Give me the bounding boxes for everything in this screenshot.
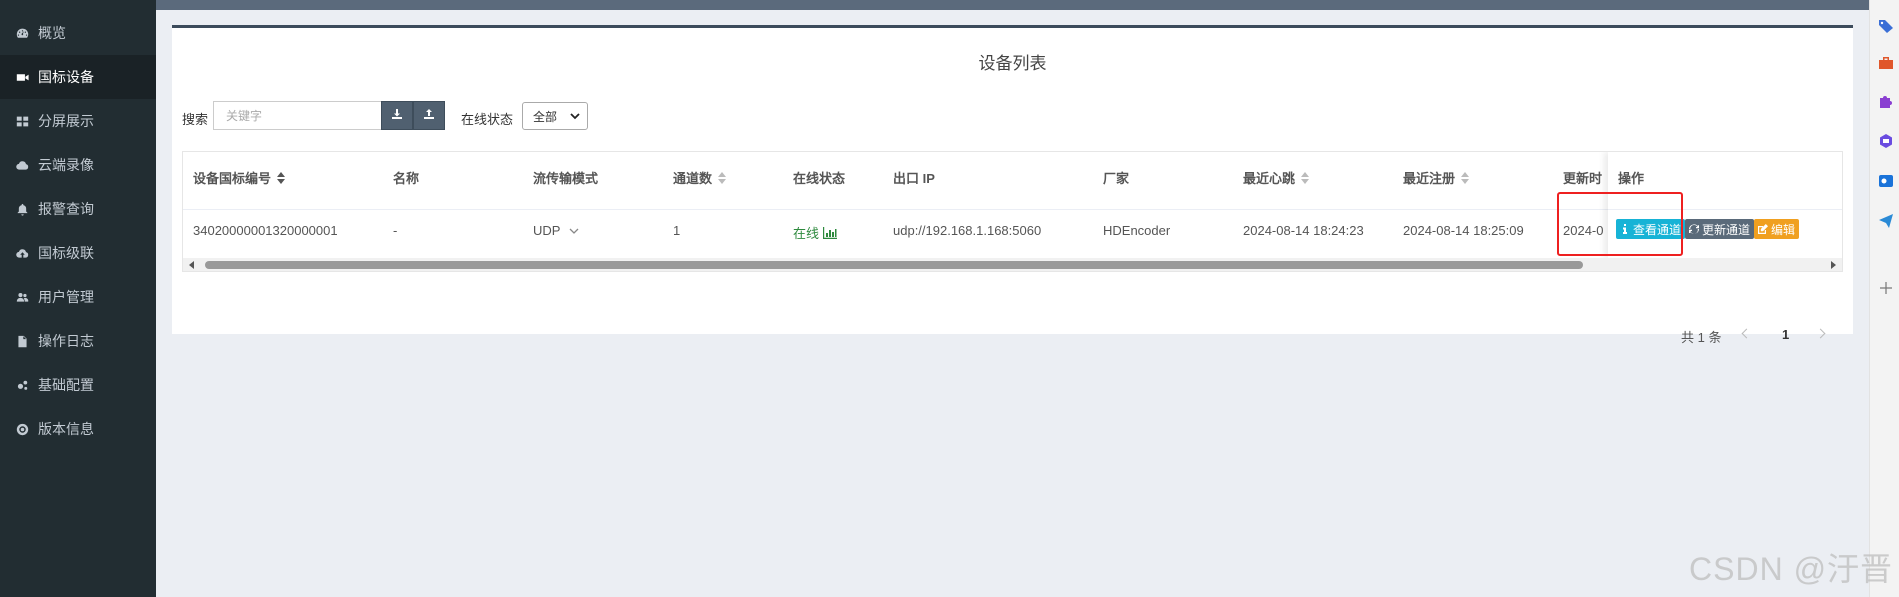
sort-icon[interactable]	[1301, 171, 1310, 184]
top-bar	[156, 0, 1869, 10]
column-header-stream-mode: 流传输模式	[533, 171, 599, 186]
column-header-ip: 出口 IP	[893, 171, 935, 186]
sidebar-item-user-management[interactable]: 用户管理	[0, 275, 156, 319]
upload-button[interactable]	[413, 101, 445, 130]
page-title: 设备列表	[978, 54, 1047, 73]
lifebuoy-icon	[14, 421, 30, 437]
cloud-upload-icon	[14, 245, 30, 261]
online-status-select[interactable]: 全部	[522, 102, 588, 130]
gears-icon	[14, 377, 30, 393]
sidebar-item-label: 操作日志	[38, 333, 94, 349]
sidebar-item-alarm-query[interactable]: 报警查询	[0, 187, 156, 231]
cloud-icon	[14, 157, 30, 173]
cell-last-register: 2024-08-14 18:25:09	[1403, 223, 1524, 238]
watermark: CSDN @汙晋	[1689, 551, 1894, 587]
column-header-name: 名称	[393, 171, 420, 186]
sidebar-item-label: 概览	[38, 25, 66, 41]
sidebar-item-gb-cascade[interactable]: 国标级联	[0, 231, 156, 275]
column-header-device-id[interactable]: 设备国标编号	[193, 168, 286, 187]
scrollbar-thumb[interactable]	[205, 261, 1583, 269]
bell-icon	[14, 201, 30, 217]
sidebar-item-label: 基础配置	[38, 377, 94, 393]
sort-icon[interactable]	[718, 171, 727, 184]
view-channels-button[interactable]: 查看通道	[1616, 219, 1686, 239]
sidebar-item-label: 国标设备	[38, 69, 94, 85]
pagination-page[interactable]: 1	[1782, 327, 1789, 342]
cell-channels: 1	[673, 223, 681, 238]
outlook-icon[interactable]	[1878, 173, 1894, 189]
sidebar-item-label: 报警查询	[38, 201, 94, 217]
sidebar-item-version-info[interactable]: 版本信息	[0, 407, 156, 451]
cell-stream-mode[interactable]: UDP	[533, 223, 580, 238]
column-header-actions: 操作	[1618, 171, 1645, 186]
scroll-left-icon[interactable]	[189, 261, 194, 269]
online-status-selected: 全部	[533, 109, 558, 124]
chevron-down-icon	[570, 113, 580, 120]
sort-icon[interactable]	[277, 171, 286, 184]
column-header-last-register[interactable]: 最近注册	[1403, 168, 1470, 187]
cell-manufacturer: HDEncoder	[1103, 223, 1171, 238]
browser-side-rail	[1869, 0, 1899, 597]
row-divider	[1608, 209, 1842, 210]
column-header-update-time: 更新时	[1563, 171, 1603, 186]
cell-name: -	[393, 223, 398, 238]
sidebar-item-overview[interactable]: 概览	[0, 11, 156, 55]
file-icon	[14, 333, 30, 349]
column-header-channels[interactable]: 通道数	[673, 168, 727, 187]
search-input[interactable]	[213, 101, 381, 130]
column-header-last-keepalive[interactable]: 最近心跳	[1243, 168, 1310, 187]
cell-last-keepalive: 2024-08-14 18:24:23	[1243, 223, 1364, 238]
video-camera-icon	[14, 69, 30, 85]
actions-column: 操作 查看通道 更新通道 编辑	[1608, 152, 1842, 258]
refresh-channels-button[interactable]: 更新通道	[1685, 219, 1755, 239]
sidebar-item-label: 版本信息	[38, 421, 94, 437]
sort-icon[interactable]	[1461, 171, 1470, 184]
online-status-label: 在线状态	[461, 112, 514, 127]
sidebar-item-gb-devices[interactable]: 国标设备	[0, 55, 156, 99]
sidebar-item-label: 云端录像	[38, 157, 94, 173]
prev-page-icon[interactable]	[1741, 328, 1752, 339]
sidebar-item-split-screen[interactable]: 分屏展示	[0, 99, 156, 143]
horizontal-scrollbar[interactable]	[183, 258, 1842, 271]
plus-icon[interactable]	[1878, 280, 1894, 296]
next-page-icon[interactable]	[1815, 328, 1826, 339]
download-icon	[391, 108, 403, 123]
chevron-down-icon	[569, 228, 579, 234]
upload-icon	[423, 108, 435, 123]
scroll-right-icon[interactable]	[1831, 261, 1836, 269]
sidebar-item-label: 分屏展示	[38, 113, 94, 129]
cell-update-time: 2024-0	[1563, 223, 1604, 238]
briefcase-icon[interactable]	[1878, 55, 1894, 71]
search-label: 搜索	[182, 112, 209, 127]
download-button[interactable]	[381, 101, 413, 130]
device-table: 设备国标编号 名称 流传输模式 通道数 在线状态 出口 IP 厂家 最近心跳 最…	[182, 151, 1843, 272]
column-header-manufacturer: 厂家	[1103, 171, 1130, 186]
column-header-online-status: 在线状态	[793, 171, 846, 186]
sidebar-item-cloud-record[interactable]: 云端录像	[0, 143, 156, 187]
sidebar-item-label: 国标级联	[38, 245, 94, 261]
sidebar-item-operation-log[interactable]: 操作日志	[0, 319, 156, 363]
cell-ip: udp://192.168.1.168:5060	[893, 223, 1042, 238]
cell-device-id: 34020000001320000001	[193, 223, 338, 238]
edit-icon	[1758, 224, 1768, 234]
sidebar: 概览 国标设备 分屏展示 云端录像 报警查询 国标级联 用户管理 操作日志 基础…	[0, 0, 156, 597]
puzzle-icon[interactable]	[1878, 93, 1894, 109]
sidebar-item-label: 用户管理	[38, 289, 94, 305]
row-divider	[183, 209, 1842, 210]
dashboard-icon	[14, 25, 30, 41]
edit-button[interactable]: 编辑	[1754, 219, 1800, 239]
refresh-icon	[1689, 224, 1699, 234]
users-icon	[14, 289, 30, 305]
pagination-total: 共 1 条	[1681, 330, 1722, 345]
device-list-panel: 设备列表 搜索 在线状态 全部 设备国标编号 名称 流传输模式 通道数 在线状态…	[172, 25, 1853, 345]
sidebar-item-basic-config[interactable]: 基础配置	[0, 363, 156, 407]
send-icon[interactable]	[1878, 213, 1894, 229]
info-icon	[1623, 224, 1627, 234]
grid-icon	[14, 113, 30, 129]
copilot-icon[interactable]	[1878, 133, 1894, 149]
bar-chart-icon	[823, 226, 838, 239]
tag-icon[interactable]	[1878, 18, 1894, 34]
cell-online-status: 在线	[793, 223, 838, 242]
